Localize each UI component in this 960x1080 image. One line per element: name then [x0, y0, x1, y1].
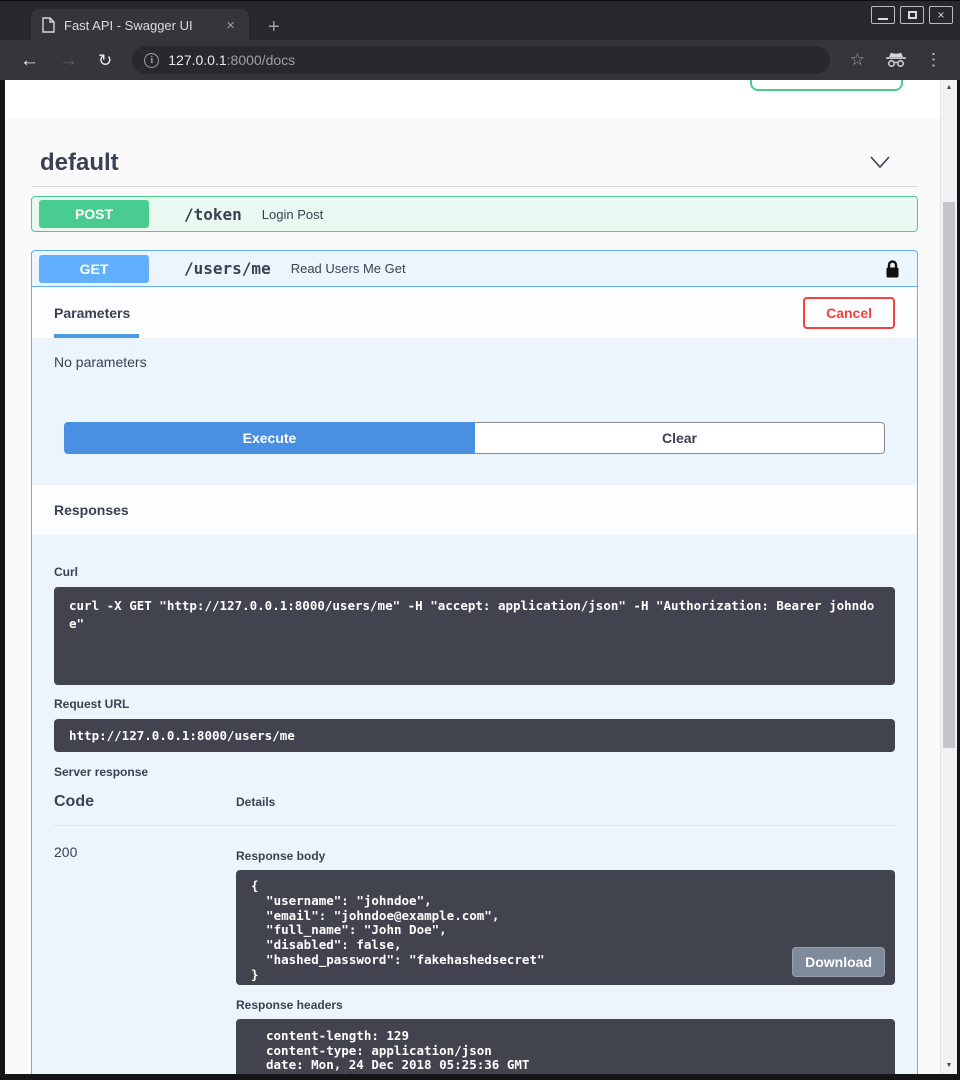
- reload-icon[interactable]: ↻: [90, 52, 120, 69]
- response-details: Response body { "username": "johndoe", "…: [236, 840, 895, 1074]
- post-path: /token: [184, 205, 242, 224]
- execute-button-group: Execute Clear: [64, 422, 885, 454]
- tab-close-icon[interactable]: ×: [222, 16, 239, 35]
- site-info-icon[interactable]: i: [144, 53, 159, 68]
- server-response-label: Server response: [54, 765, 895, 779]
- responses-title: Responses: [54, 502, 129, 518]
- minimize-icon: [878, 18, 888, 20]
- post-summary: Login Post: [262, 207, 323, 222]
- response-body-json: { "username": "johndoe", "email": "johnd…: [251, 878, 545, 982]
- page-viewport: ▲ ▼ default POST /token Login Post: [5, 80, 957, 1074]
- tag-section-header[interactable]: default: [31, 147, 918, 178]
- curl-label: Curl: [54, 565, 895, 579]
- response-body-label: Response body: [236, 849, 895, 863]
- responses-header: Responses: [32, 484, 917, 535]
- code-column-header: Code: [54, 793, 236, 811]
- curl-command[interactable]: curl -X GET "http://127.0.0.1:8000/users…: [54, 587, 895, 685]
- request-url-value: http://127.0.0.1:8000/users/me: [54, 719, 895, 752]
- tag-title: default: [40, 149, 119, 177]
- incognito-icon: [877, 52, 915, 68]
- info-section-bottom: [5, 80, 940, 118]
- response-headers-label: Response headers: [236, 998, 895, 1012]
- new-tab-button[interactable]: +: [262, 15, 286, 39]
- clear-button[interactable]: Clear: [475, 422, 885, 454]
- opblock-get-users-me: GET /users/me Read Users Me Get Paramete…: [31, 250, 918, 1074]
- download-button[interactable]: Download: [792, 947, 885, 977]
- parameters-header: Parameters Cancel: [32, 287, 917, 338]
- authorize-button[interactable]: [750, 80, 903, 91]
- response-table-header: Code Details: [54, 793, 895, 826]
- responses-body: Curl curl -X GET "http://127.0.0.1:8000/…: [32, 535, 917, 1074]
- tab-parameters[interactable]: Parameters: [54, 305, 139, 338]
- window-controls: ×: [871, 6, 953, 24]
- url-text: 127.0.0.1:8000/docs: [168, 52, 295, 68]
- tab-title: Fast API - Swagger UI: [64, 18, 213, 33]
- back-icon[interactable]: ←: [12, 51, 47, 70]
- cancel-button[interactable]: Cancel: [803, 297, 895, 329]
- bookmark-star-icon[interactable]: ☆: [842, 50, 873, 70]
- browser-tabstrip: Fast API - Swagger UI × + ×: [0, 0, 960, 40]
- details-column-header: Details: [236, 795, 275, 809]
- opblock-post-token[interactable]: POST /token Login Post: [31, 196, 918, 232]
- chevron-down-icon[interactable]: [870, 156, 918, 169]
- no-parameters-text: No parameters: [54, 354, 895, 370]
- get-method-badge: GET: [39, 255, 149, 283]
- maximize-button[interactable]: [900, 6, 924, 24]
- url-path: :8000/docs: [227, 52, 296, 68]
- get-summary-row[interactable]: GET /users/me Read Users Me Get: [32, 251, 917, 287]
- request-url-label: Request URL: [54, 697, 895, 711]
- scroll-up-icon[interactable]: ▲: [941, 80, 957, 94]
- execute-button[interactable]: Execute: [64, 422, 475, 454]
- post-method-badge: POST: [39, 200, 149, 228]
- swagger-main: default POST /token Login Post GET /user…: [5, 147, 940, 1074]
- url-host: 127.0.0.1: [168, 52, 226, 68]
- forward-icon[interactable]: →: [51, 51, 86, 70]
- scrollbar-thumb[interactable]: [943, 202, 955, 748]
- scroll-down-icon[interactable]: ▼: [941, 1058, 957, 1072]
- parameters-body: No parameters Execute Clear: [32, 338, 917, 454]
- browser-tab[interactable]: Fast API - Swagger UI ×: [31, 9, 249, 41]
- minimize-button[interactable]: [871, 6, 895, 24]
- address-bar[interactable]: i 127.0.0.1:8000/docs: [132, 46, 830, 74]
- page-scrollbar[interactable]: ▲ ▼: [940, 80, 957, 1074]
- document-icon: [41, 17, 55, 33]
- response-body-code[interactable]: { "username": "johndoe", "email": "johnd…: [236, 870, 895, 985]
- browser-toolbar: ← → ↻ i 127.0.0.1:8000/docs ☆ ⋮: [0, 40, 960, 80]
- browser-menu-icon[interactable]: ⋮: [919, 50, 948, 70]
- lock-icon[interactable]: [885, 259, 900, 279]
- status-code: 200: [54, 840, 236, 1074]
- get-summary: Read Users Me Get: [291, 261, 406, 276]
- response-row-200: 200 Response body { "username": "johndoe…: [54, 840, 895, 1074]
- section-divider: [31, 186, 918, 187]
- swagger-content: default POST /token Login Post GET /user…: [5, 80, 940, 1074]
- response-headers-code: content-length: 129 content-type: applic…: [236, 1019, 895, 1074]
- maximize-icon: [908, 11, 917, 19]
- get-path: /users/me: [184, 259, 271, 278]
- close-button[interactable]: ×: [929, 6, 953, 24]
